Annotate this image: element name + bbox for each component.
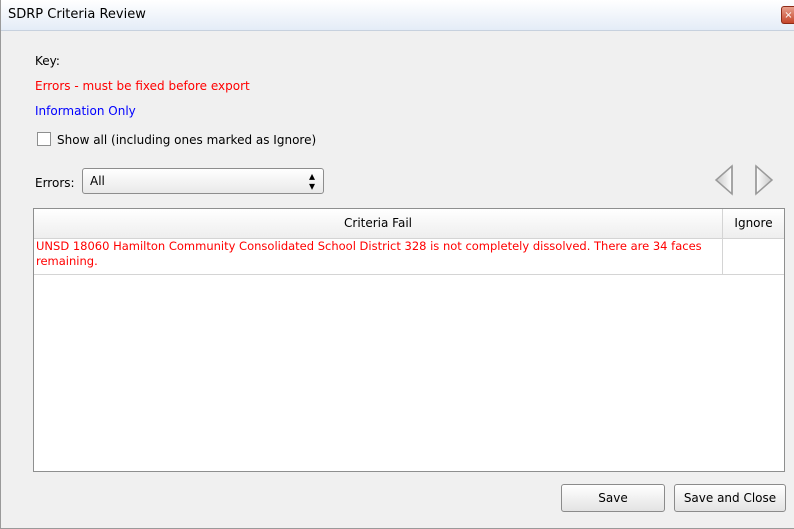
info-key-label: Information Only [35, 104, 136, 118]
previous-button[interactable] [712, 164, 738, 196]
next-button[interactable] [750, 164, 776, 196]
save-button[interactable]: Save [561, 484, 665, 512]
show-all-label[interactable]: Show all (including ones marked as Ignor… [57, 133, 316, 147]
updown-arrows-icon: ▴ ▾ [308, 169, 315, 193]
errors-key-label: Errors - must be fixed before export [35, 79, 250, 93]
table-header: Criteria Fail Ignore [34, 209, 784, 239]
window-title: SDRP Criteria Review [8, 7, 146, 22]
key-label: Key: [35, 54, 60, 68]
close-button[interactable]: × [781, 6, 794, 24]
show-all-checkbox[interactable] [37, 132, 51, 146]
triangle-left-icon [714, 164, 733, 196]
table-row[interactable]: UNSD 18060 Hamilton Community Consolidat… [34, 238, 784, 275]
title-bar[interactable]: SDRP Criteria Review × [1, 0, 794, 31]
criteria-fail-cell[interactable]: UNSD 18060 Hamilton Community Consolidat… [34, 238, 723, 274]
column-header-criteria-fail[interactable]: Criteria Fail [34, 209, 723, 238]
filter-selected-value: All [90, 174, 105, 188]
errors-filter-select[interactable]: All ▴ ▾ [82, 168, 324, 194]
criteria-table[interactable]: Criteria Fail Ignore UNSD 18060 Hamilton… [33, 208, 785, 472]
triangle-right-icon [755, 164, 774, 196]
filter-label: Errors: [35, 176, 75, 190]
close-icon: × [784, 10, 793, 21]
criteria-review-window: SDRP Criteria Review × Key: Errors - mus… [0, 0, 794, 529]
ignore-cell[interactable] [723, 238, 784, 274]
save-and-close-button[interactable]: Save and Close [674, 484, 786, 512]
column-header-ignore[interactable]: Ignore [723, 209, 784, 238]
